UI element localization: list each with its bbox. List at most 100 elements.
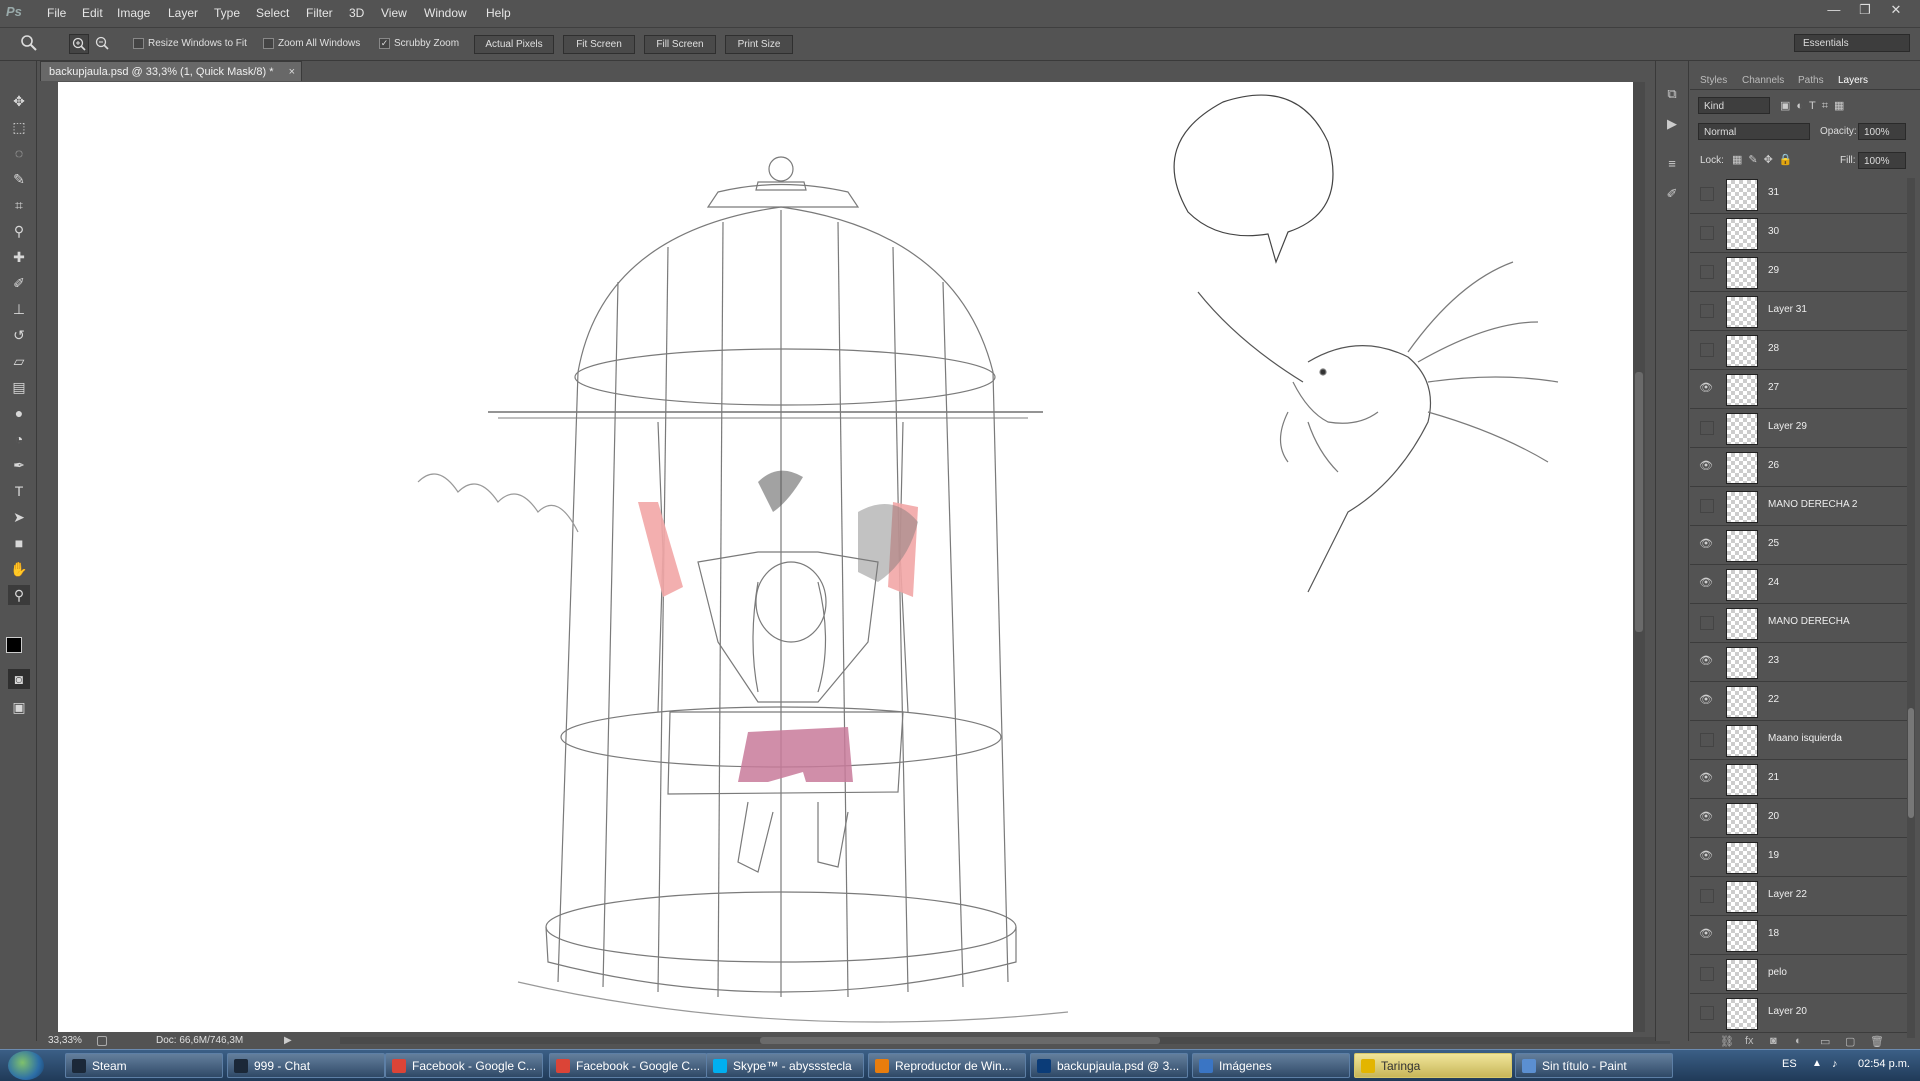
layer-thumbnail[interactable] — [1726, 218, 1758, 250]
layer-name[interactable]: Layer 20 — [1768, 1006, 1807, 1017]
layer-thumbnail[interactable] — [1726, 647, 1758, 679]
layer-row[interactable]: MANO DERECHA 2 — [1690, 487, 1912, 526]
layer-row[interactable]: MANO DERECHA — [1690, 604, 1912, 643]
zoom-out-icon[interactable] — [93, 34, 111, 52]
layer-thumbnail[interactable] — [1726, 530, 1758, 562]
layer-name[interactable]: Layer 22 — [1768, 889, 1807, 900]
hand-tool-icon[interactable]: ✋ — [8, 559, 30, 579]
layer-row[interactable]: Maano isquierda — [1690, 721, 1912, 760]
menu-file[interactable]: File — [47, 6, 66, 20]
layer-row[interactable]: Layer 29 — [1690, 409, 1912, 448]
eye-icon[interactable]: 👁 — [1698, 848, 1714, 864]
layer-name[interactable]: 23 — [1768, 655, 1779, 666]
layer-filter-icons[interactable]: ▣◐T⌗▦ — [1780, 99, 1850, 113]
clone-stamp-tool-icon[interactable]: ⊥ — [8, 299, 30, 319]
eye-icon[interactable]: 👁 — [1698, 809, 1714, 825]
layer-thumbnail[interactable] — [1726, 608, 1758, 640]
menu-3d[interactable]: 3D — [349, 6, 364, 20]
layer-name[interactable]: MANO DERECHA 2 — [1768, 499, 1857, 510]
layer-row[interactable]: Layer 22 — [1690, 877, 1912, 916]
layer-row[interactable]: 👁 23 — [1690, 643, 1912, 682]
zoom-tool-active-icon[interactable]: ⚲ — [8, 585, 30, 605]
menu-filter[interactable]: Filter — [306, 6, 333, 20]
layer-row[interactable]: 31 — [1690, 175, 1912, 214]
status-info-icon[interactable] — [97, 1036, 107, 1046]
layer-row[interactable]: Layer 31 — [1690, 292, 1912, 331]
visibility-toggle[interactable] — [1700, 967, 1714, 981]
fit-screen-button[interactable]: Fit Screen — [563, 35, 635, 54]
layers-scrollbar[interactable] — [1907, 178, 1915, 1038]
layer-thumbnail[interactable] — [1726, 998, 1758, 1030]
start-button[interactable] — [8, 1051, 44, 1080]
visibility-toggle[interactable] — [1700, 421, 1714, 435]
layer-name[interactable]: 22 — [1768, 694, 1779, 705]
taskbar-item[interactable]: Facebook - Google C... — [385, 1053, 543, 1078]
crop-tool-icon[interactable]: ⌗ — [8, 195, 30, 215]
layer-thumbnail[interactable] — [1726, 335, 1758, 367]
layer-name[interactable]: Maano isquierda — [1768, 733, 1842, 744]
layer-thumbnail[interactable] — [1726, 803, 1758, 835]
print-size-button[interactable]: Print Size — [725, 35, 793, 54]
tab-styles[interactable]: Styles — [1700, 75, 1727, 86]
layer-name[interactable]: 18 — [1768, 928, 1779, 939]
lock-icons[interactable]: ▦✎✥🔒 — [1732, 153, 1799, 166]
taskbar-item[interactable]: Sin título - Paint — [1515, 1053, 1673, 1078]
layer-row[interactable]: 30 — [1690, 214, 1912, 253]
new-layer-icon[interactable]: ▢ — [1845, 1035, 1855, 1048]
clock[interactable]: 02:54 p.m. — [1858, 1058, 1910, 1070]
type-tool-icon[interactable]: T — [8, 481, 30, 501]
visibility-toggle[interactable] — [1700, 265, 1714, 279]
dodge-tool-icon[interactable]: ◔ — [8, 429, 30, 449]
blur-tool-icon[interactable]: ● — [8, 403, 30, 423]
menu-select[interactable]: Select — [256, 6, 289, 20]
status-arrow-icon[interactable]: ▶ — [284, 1032, 292, 1049]
layer-name[interactable]: Layer 29 — [1768, 421, 1807, 432]
layer-row[interactable]: 👁 20 — [1690, 799, 1912, 838]
layer-name[interactable]: 20 — [1768, 811, 1779, 822]
eyedropper-tool-icon[interactable]: ⚲ — [8, 221, 30, 241]
brush-tool-icon[interactable]: ✐ — [8, 273, 30, 293]
zoom-in-icon[interactable] — [69, 34, 89, 54]
canvas-area[interactable] — [40, 82, 1638, 1032]
layer-name[interactable]: 19 — [1768, 850, 1779, 861]
visibility-toggle[interactable] — [1700, 226, 1714, 240]
fill-input[interactable]: 100% — [1858, 152, 1906, 169]
taskbar-item[interactable]: Facebook - Google C... — [549, 1053, 707, 1078]
layer-row[interactable]: 👁 22 — [1690, 682, 1912, 721]
layer-row[interactable]: pelo — [1690, 955, 1912, 994]
visibility-toggle[interactable] — [1700, 187, 1714, 201]
layer-thumbnail[interactable] — [1726, 881, 1758, 913]
menu-edit[interactable]: Edit — [82, 6, 103, 20]
history-panel-icon[interactable]: ⧉ — [1663, 86, 1681, 104]
actual-pixels-button[interactable]: Actual Pixels — [474, 35, 554, 54]
eye-icon[interactable]: 👁 — [1698, 926, 1714, 942]
eye-icon[interactable]: 👁 — [1698, 575, 1714, 591]
layer-thumbnail[interactable] — [1726, 296, 1758, 328]
menu-image[interactable]: Image — [117, 6, 150, 20]
menu-type[interactable]: Type — [214, 6, 240, 20]
fx-icon[interactable]: fx — [1745, 1035, 1754, 1047]
visibility-toggle[interactable] — [1700, 889, 1714, 903]
tab-paths[interactable]: Paths — [1798, 75, 1824, 86]
layer-row[interactable]: 👁 26 — [1690, 448, 1912, 487]
layer-thumbnail[interactable] — [1726, 374, 1758, 406]
gradient-tool-icon[interactable]: ▤ — [8, 377, 30, 397]
layer-thumbnail[interactable] — [1726, 179, 1758, 211]
layer-thumbnail[interactable] — [1726, 413, 1758, 445]
add-mask-icon[interactable]: ◙ — [1770, 1035, 1777, 1047]
layer-row[interactable]: Layer 20 — [1690, 994, 1912, 1033]
pen-tool-icon[interactable]: ✒ — [8, 455, 30, 475]
layer-name[interactable]: 28 — [1768, 343, 1779, 354]
taskbar-item[interactable]: Reproductor de Win... — [868, 1053, 1026, 1078]
visibility-toggle[interactable] — [1700, 304, 1714, 318]
fill-screen-button[interactable]: Fill Screen — [644, 35, 716, 54]
menu-help[interactable]: Help — [486, 6, 511, 20]
volume-icon[interactable]: ♪ — [1832, 1058, 1838, 1070]
visibility-toggle[interactable] — [1700, 499, 1714, 513]
taskbar-item[interactable]: Steam — [65, 1053, 223, 1078]
layer-thumbnail[interactable] — [1726, 764, 1758, 796]
language-indicator[interactable]: ES — [1782, 1058, 1797, 1070]
layers-scroll-thumb[interactable] — [1908, 708, 1914, 818]
foreground-color-swatch[interactable] — [6, 637, 22, 653]
menu-layer[interactable]: Layer — [168, 6, 198, 20]
